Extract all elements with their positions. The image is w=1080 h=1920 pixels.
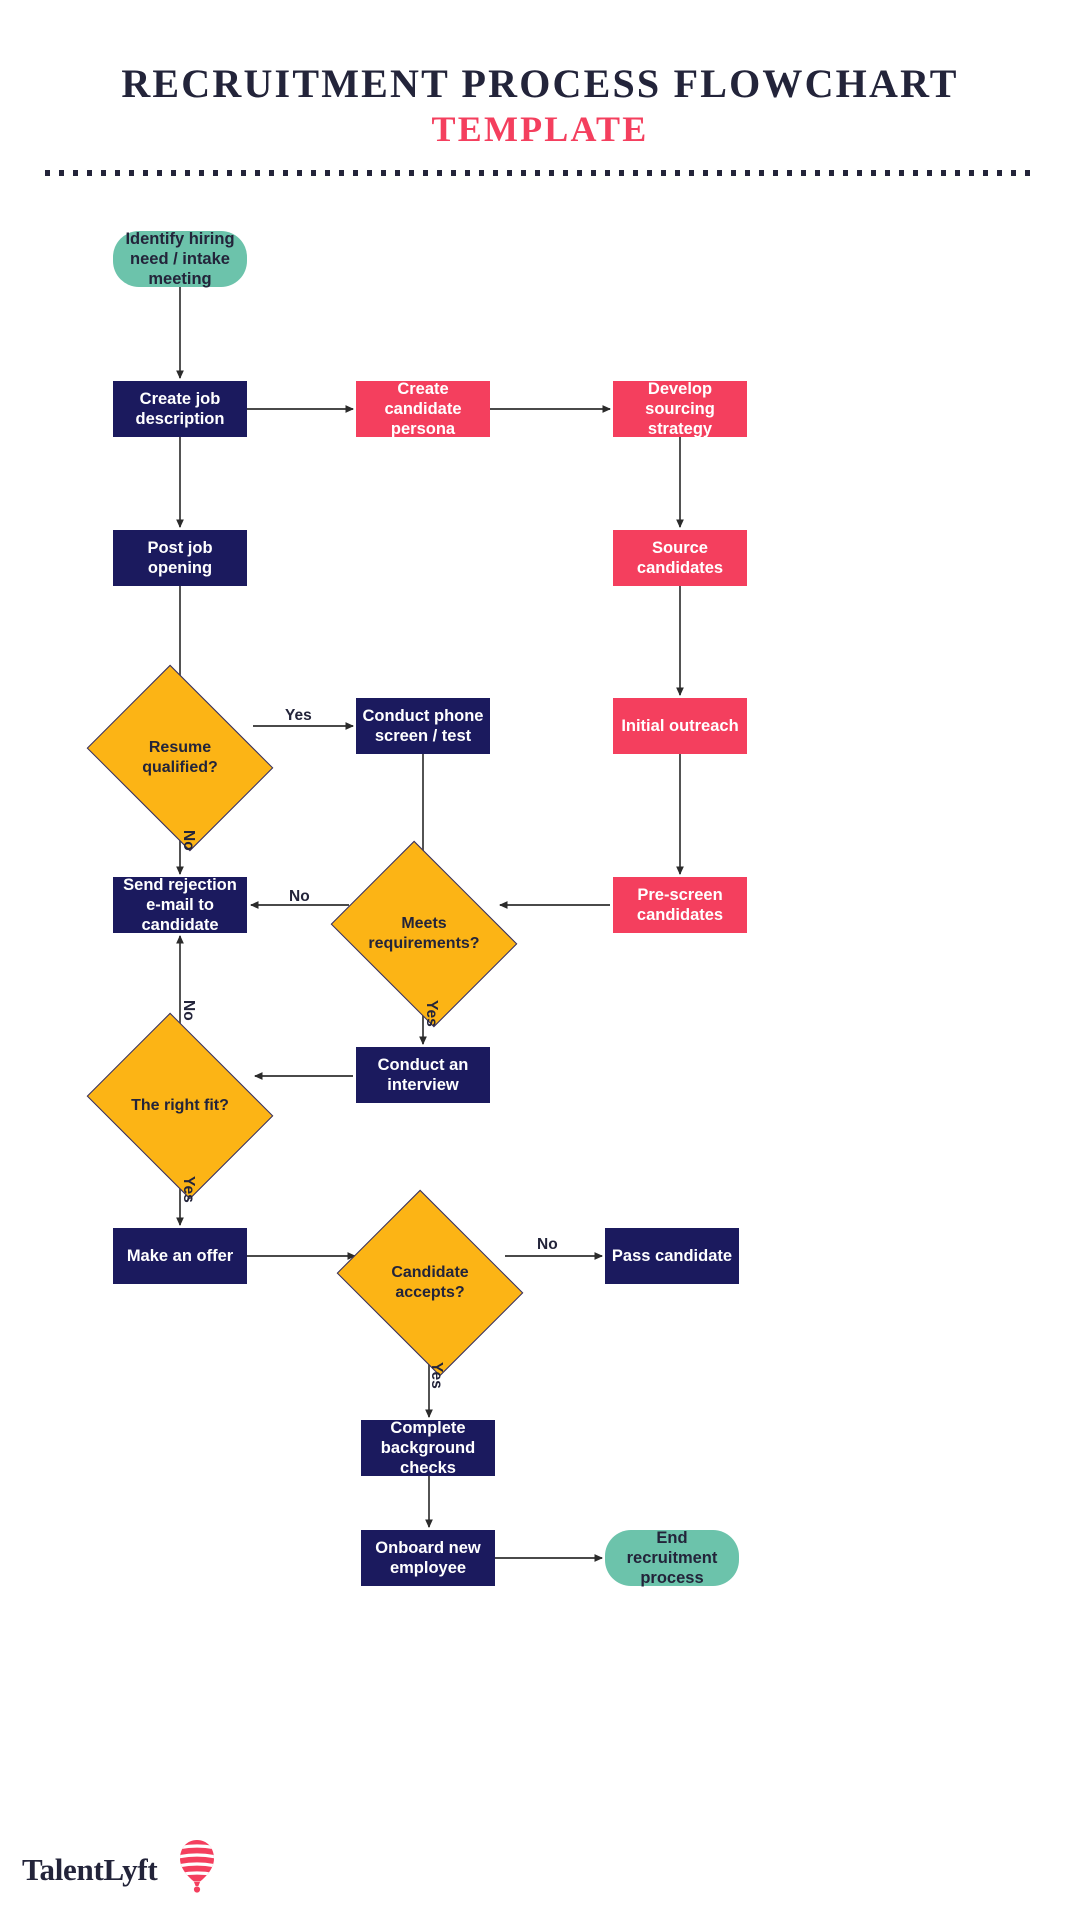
node-label: Candidate accepts? — [391, 1264, 469, 1301]
node-label: Initial outreach — [621, 716, 739, 735]
node-source-candidates[interactable]: Source candidates — [613, 530, 747, 586]
node-make-an-offer[interactable]: Make an offer — [113, 1228, 247, 1284]
node-label: Make an offer — [126, 1246, 234, 1265]
node-label: Pre-screen candidates — [636, 885, 724, 924]
node-develop-sourcing-strategy[interactable]: Develop sourcing strategy — [613, 379, 747, 439]
node-label: Send rejection e-mail to candidate — [123, 875, 237, 935]
edge-label-no-candidate-accepts: No — [537, 1236, 558, 1253]
node-post-job-opening[interactable]: Post job opening — [113, 530, 247, 586]
node-label: Post job opening — [147, 538, 213, 577]
hot-air-balloon-icon — [180, 1840, 214, 1893]
node-label: Pass candidate — [611, 1246, 733, 1265]
node-conduct-an-interview[interactable]: Conduct an interview — [356, 1047, 490, 1103]
edge-label-no-resume-qualified: No — [180, 830, 197, 851]
node-right-fit-decision[interactable]: The right fit? — [86, 1012, 274, 1200]
node-candidate-accepts-decision[interactable]: Candidate accepts? — [336, 1189, 524, 1377]
node-label: Conduct an interview — [377, 1055, 469, 1094]
node-meets-requirements-decision[interactable]: Meets requirements? — [330, 840, 518, 1028]
node-create-candidate-persona[interactable]: Create candidate persona — [356, 379, 490, 439]
node-initial-outreach[interactable]: Initial outreach — [613, 698, 747, 754]
node-label: End recruitment process — [626, 1528, 718, 1588]
edge-label-no-meets-requirements: No — [289, 888, 310, 905]
node-identify-hiring-need[interactable]: Identify hiring need / intake meeting — [113, 229, 247, 289]
edge-label-yes-meets-requirements: Yes — [423, 1000, 440, 1027]
node-label: Onboard new employee — [375, 1538, 481, 1577]
node-label: Create candidate persona — [384, 379, 462, 439]
edge-label-yes-resume-qualified: Yes — [285, 707, 312, 724]
logo-wordmark: TalentLyft — [22, 1852, 158, 1887]
node-conduct-phone-screen[interactable]: Conduct phone screen / test — [356, 698, 490, 754]
node-label: The right fit? — [131, 1097, 229, 1115]
node-create-job-description[interactable]: Create job description — [113, 381, 247, 437]
edge-label-no-right-fit: No — [180, 1000, 197, 1021]
node-end-recruitment-process[interactable]: End recruitment process — [605, 1528, 739, 1588]
node-pre-screen-candidates[interactable]: Pre-screen candidates — [613, 877, 747, 933]
node-pass-candidate[interactable]: Pass candidate — [605, 1228, 739, 1284]
node-label: Identify hiring need / intake meeting — [125, 229, 235, 289]
node-label: Meets requirements? — [368, 915, 480, 952]
node-onboard-new-employee[interactable]: Onboard new employee — [361, 1530, 495, 1586]
node-send-rejection-email[interactable]: Send rejection e-mail to candidate — [113, 875, 247, 935]
edge-label-yes-candidate-accepts: Yes — [428, 1362, 445, 1389]
node-label: Create job description — [135, 389, 225, 428]
node-label: Complete background checks — [380, 1418, 476, 1478]
talentlyft-logo[interactable]: TalentLyft — [22, 1838, 282, 1900]
edge-label-yes-right-fit: Yes — [180, 1176, 197, 1203]
node-label: Conduct phone screen / test — [362, 706, 484, 745]
node-label: Develop sourcing strategy — [645, 379, 715, 439]
node-resume-qualified-decision[interactable]: Resume qualified? — [86, 664, 274, 852]
node-label: Resume qualified? — [142, 739, 218, 776]
node-complete-background-checks[interactable]: Complete background checks — [361, 1418, 495, 1478]
node-label: Source candidates — [636, 538, 724, 577]
